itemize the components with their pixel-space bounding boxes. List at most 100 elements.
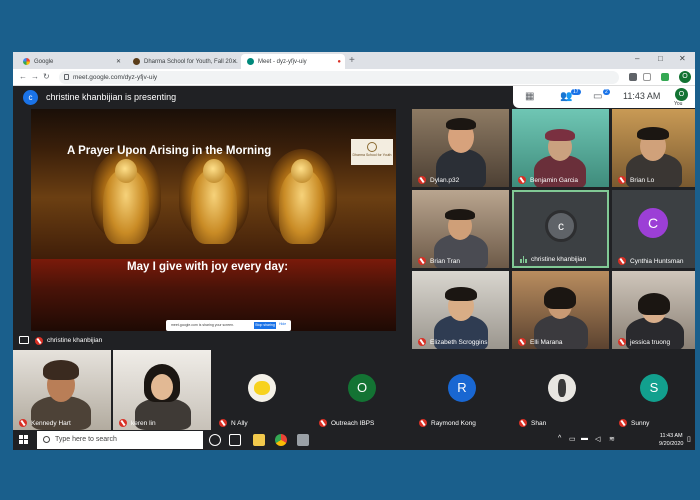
mic-off-icon (618, 176, 626, 184)
screen-share-notice: meet.google.com is sharing your screen. … (166, 320, 291, 331)
meet-icon (247, 58, 254, 65)
speaking-indicator-icon (520, 255, 527, 263)
participant-tile[interactable]: Elli Marana (512, 271, 609, 349)
mic-off-icon (518, 338, 526, 346)
reload-icon[interactable]: ↻ (43, 72, 50, 81)
dharma-school-logo: Dharma School for Youth (351, 139, 393, 165)
mic-off-icon (618, 257, 626, 265)
participant-tile[interactable]: O Outreach IBPS (313, 350, 411, 430)
participant-tile[interactable]: Kennedy Hart (13, 350, 111, 430)
browser-tab-bar: Google ✕ Dharma School for Youth, Fall 2… (13, 52, 695, 69)
mic-off-icon (419, 419, 427, 427)
participant-name: Brian Tran (430, 257, 460, 265)
profile-avatar[interactable]: O (679, 71, 691, 83)
participant-tile-active-speaker[interactable]: c christine khanbijian (512, 190, 609, 268)
participant-count-badge: 17 (571, 89, 581, 95)
participant-name: Outreach IBPS (331, 419, 375, 427)
participant-tile[interactable]: Elizabeth Scroggins (412, 271, 509, 349)
participant-tile[interactable]: Shan (513, 350, 611, 430)
back-icon[interactable]: ← (19, 72, 27, 81)
wifi-icon[interactable]: ≋ (609, 435, 615, 443)
star-icon[interactable] (643, 73, 651, 81)
hide-button[interactable]: Hide (279, 322, 286, 326)
participant-name: Elizabeth Scroggins (430, 338, 488, 346)
participant-avatar: R (448, 374, 476, 402)
task-view-icon[interactable] (229, 434, 241, 446)
new-tab-button[interactable]: + (349, 55, 355, 66)
volume-icon[interactable]: ◁ (595, 435, 600, 443)
tab-dharma-school[interactable]: Dharma School for Youth, Fall 20… ✕ (127, 54, 241, 69)
cortana-icon[interactable] (209, 434, 221, 446)
participant-tile[interactable]: Brian Lo (612, 109, 695, 187)
participant-tile[interactable]: Benjamin Garcia (512, 109, 609, 187)
shan-photo-avatar (548, 374, 576, 402)
taskbar-date: 9/20/2020 (659, 441, 684, 447)
taskbar-time: 11:43 AM (659, 433, 683, 439)
participant-tile[interactable]: Brian Tran (412, 190, 509, 268)
participant-tile[interactable]: jessica truong (612, 271, 695, 349)
minimize-button[interactable]: – (635, 54, 639, 63)
taskbar-search-field[interactable]: Type here to search (37, 431, 203, 449)
participant-name: Dylan.p32 (430, 176, 460, 184)
chat-count-badge: 2 (603, 89, 610, 95)
battery-icon[interactable]: ▬ (581, 435, 588, 442)
presenting-banner: christine khanbijian is presenting (46, 92, 177, 102)
mic-off-icon (219, 419, 227, 427)
participant-name: Shan (531, 419, 547, 427)
pikachu-avatar (248, 374, 276, 402)
present-screen-icon (19, 336, 29, 344)
participant-tile[interactable]: R Raymond Kong (413, 350, 511, 430)
close-tab-icon[interactable]: ✕ (232, 58, 237, 65)
presentation-slide: Dharma School for Youth A Prayer Upon Ar… (31, 109, 396, 331)
buddha-statue-image (257, 149, 347, 259)
meeting-clock: 11:43 AM (623, 91, 661, 101)
participant-name: Cynthia Huntsman (630, 257, 684, 265)
buddha-statue-image (81, 149, 171, 259)
participant-tile[interactable]: S Sunny (613, 350, 695, 430)
slide-title: A Prayer Upon Arising in the Morning (67, 145, 272, 157)
participant-tile[interactable]: Dylan.p32 (412, 109, 509, 187)
search-icon (43, 436, 50, 443)
forward-icon[interactable]: → (31, 72, 39, 81)
url-field[interactable]: meet.google.com/dyz-yfjv-uiy (59, 71, 619, 84)
extension-icon[interactable] (661, 73, 669, 81)
stop-sharing-button[interactable]: Stop sharing (254, 322, 276, 329)
participant-tile[interactable]: C Cynthia Huntsman (612, 190, 695, 268)
mic-off-icon (519, 419, 527, 427)
app-icon[interactable] (297, 434, 309, 446)
participant-tile[interactable]: N Ally (213, 350, 311, 430)
file-explorer-icon[interactable] (253, 434, 265, 446)
lock-icon (64, 74, 69, 80)
mic-off-icon (618, 338, 626, 346)
participant-name: Brian Lo (630, 176, 655, 184)
maximize-button[interactable]: □ (658, 54, 663, 63)
windows-taskbar: Type here to search ^ ▭ ▬ ◁ ≋ 11:43 AM 9… (13, 430, 695, 450)
google-icon (23, 58, 30, 65)
presentation-panel: Dharma School for Youth A Prayer Upon Ar… (15, 109, 409, 347)
windows-start-icon[interactable] (19, 435, 29, 445)
network-icon[interactable]: ▭ (569, 435, 576, 443)
tab-meet[interactable]: Meet - dyz-yfjv-uiy ● (241, 54, 345, 69)
self-label: You (674, 101, 683, 107)
recording-dot-icon[interactable]: ● (337, 59, 341, 65)
notifications-icon[interactable]: ▯ (687, 435, 691, 443)
search-placeholder: Type here to search (55, 436, 117, 443)
self-avatar[interactable]: O (675, 88, 688, 101)
tab-google[interactable]: Google ✕ (17, 54, 125, 69)
participant-name: Raymond Kong (431, 419, 476, 427)
dharma-icon (133, 58, 140, 65)
tray-chevron-icon[interactable]: ^ (558, 435, 561, 442)
chrome-icon[interactable] (275, 434, 287, 446)
mic-off-icon (35, 337, 43, 345)
participant-name: jessica truong (630, 338, 671, 346)
close-tab-icon[interactable]: ✕ (116, 58, 121, 65)
cast-icon[interactable] (629, 73, 637, 81)
participant-name: Elli Marana (530, 338, 563, 346)
participant-name: christine khanbijian (531, 255, 587, 263)
grid-layout-icon[interactable]: ▦ (525, 91, 534, 102)
mic-off-icon (518, 176, 526, 184)
participant-tile[interactable]: keren lin (113, 350, 211, 430)
close-window-button[interactable]: ✕ (679, 54, 686, 63)
taskbar-clock[interactable]: 11:43 AM 9/20/2020 (659, 432, 683, 448)
chat-icon[interactable]: ▭ (593, 91, 602, 102)
